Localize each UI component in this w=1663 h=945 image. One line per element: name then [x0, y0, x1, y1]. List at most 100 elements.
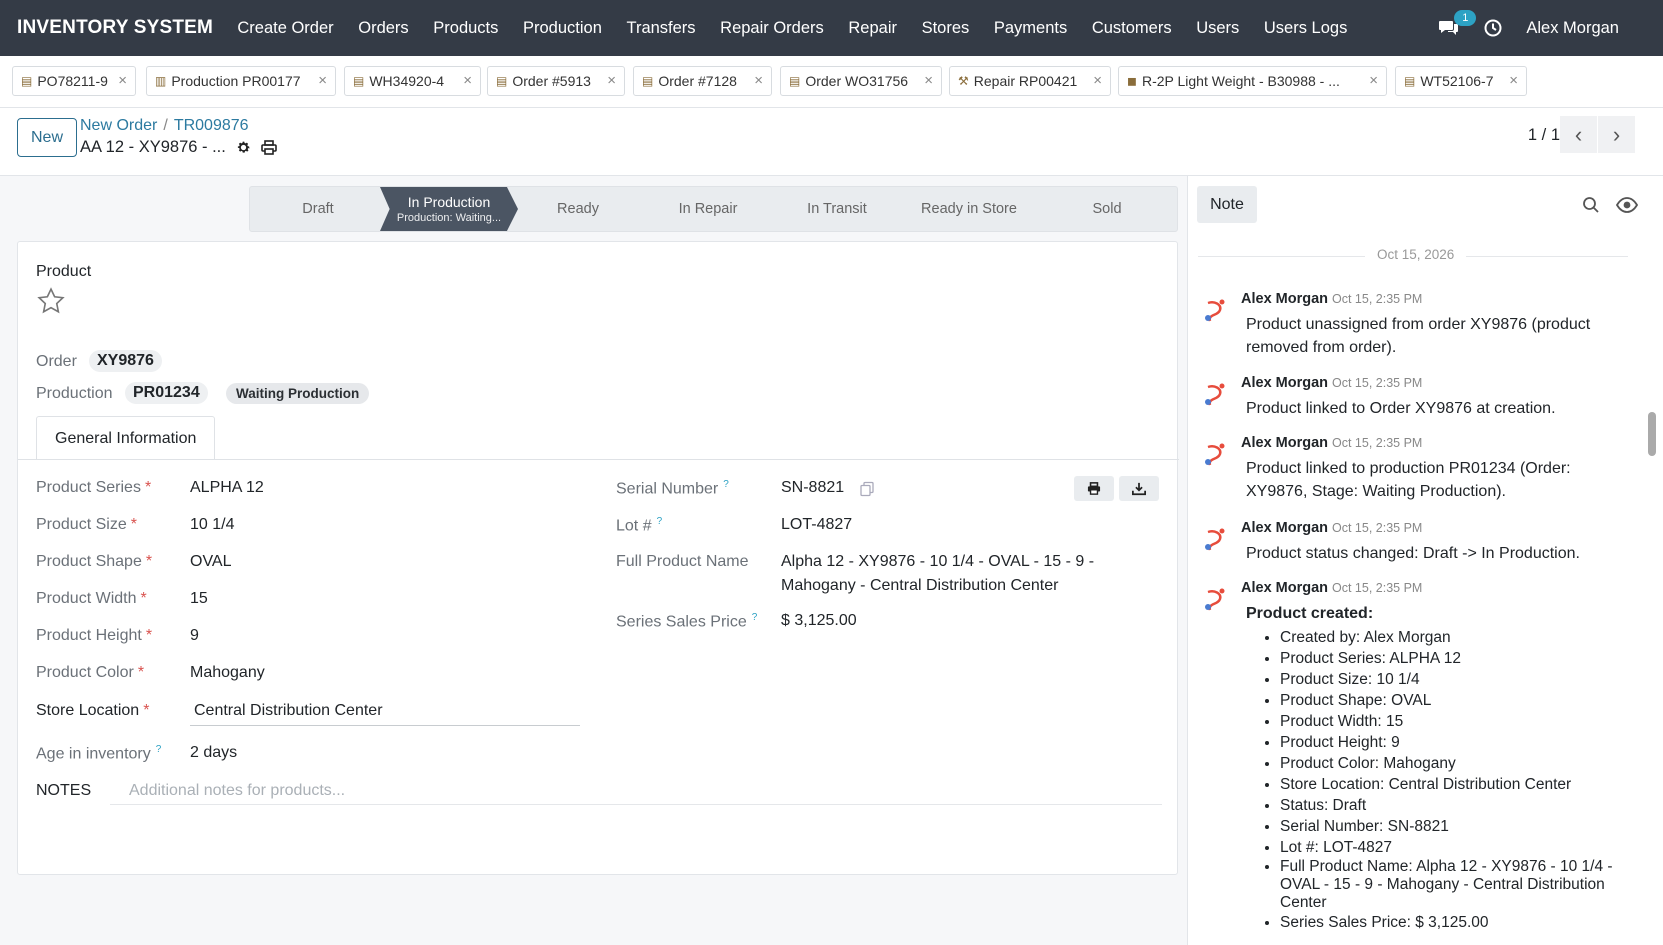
main-menu: Create Order Orders Products Production …: [225, 19, 1360, 38]
field-label: Product Color: [36, 664, 134, 681]
menu-item-products[interactable]: Products: [421, 19, 511, 38]
print-label-button[interactable]: [1074, 476, 1114, 501]
message-author[interactable]: Alex Morgan: [1241, 580, 1328, 596]
eye-icon[interactable]: [1616, 196, 1638, 214]
close-icon[interactable]: ×: [754, 72, 763, 89]
status-badge: Waiting Production: [226, 383, 370, 404]
product-series-value[interactable]: ALPHA 12: [190, 479, 264, 497]
product-size-value[interactable]: 10 1/4: [190, 516, 234, 534]
field-label: Product Height: [36, 627, 142, 644]
active-stage-sublabel: Production: Waiting...: [396, 212, 502, 224]
stage-in-production[interactable]: In Production Production: Waiting...: [380, 187, 518, 231]
chevron-right-icon: ›: [1612, 121, 1621, 147]
breadcrumb-current-link[interactable]: TR009876: [174, 117, 249, 134]
lot-number-value[interactable]: LOT-4827: [781, 516, 852, 534]
status-bar: Draft In Production Production: Waiting.…: [249, 186, 1178, 232]
breadcrumb-separator: /: [163, 117, 168, 134]
product-color-value[interactable]: Mahogany: [190, 664, 265, 682]
tab-r-2p-light-weight[interactable]: ◼ R-2P Light Weight - B30988 - ... ×: [1118, 66, 1387, 96]
new-button[interactable]: New: [17, 118, 77, 157]
print-icon: [1087, 482, 1101, 495]
tab-production-pr00177[interactable]: ▥ Production PR00177 ×: [146, 66, 336, 96]
menu-item-production[interactable]: Production: [511, 19, 614, 38]
close-icon[interactable]: ×: [118, 72, 127, 89]
pager-counter[interactable]: 1 / 1: [1528, 126, 1560, 145]
help-icon[interactable]: ?: [752, 612, 758, 623]
gear-icon[interactable]: [236, 140, 251, 155]
product-shape-value[interactable]: OVAL: [190, 553, 232, 571]
stage-draft[interactable]: Draft: [250, 187, 386, 231]
activity-button[interactable]: [1484, 19, 1502, 37]
brand-title[interactable]: INVENTORY SYSTEM: [17, 17, 213, 39]
help-icon[interactable]: ?: [723, 479, 729, 490]
star-icon[interactable]: [36, 286, 66, 316]
change-list: Created by: Alex Morgan Product Series: …: [1246, 627, 1626, 933]
pager-previous-button[interactable]: ‹: [1560, 116, 1597, 153]
download-button[interactable]: [1119, 476, 1159, 501]
menu-item-payments[interactable]: Payments: [982, 19, 1080, 38]
avatar: [1200, 583, 1232, 615]
order-chip[interactable]: XY9876: [89, 350, 162, 372]
tab-repair-rp00421[interactable]: ⚒ Repair RP00421 ×: [949, 66, 1111, 96]
search-icon[interactable]: [1582, 196, 1600, 214]
close-icon[interactable]: ×: [463, 72, 472, 89]
close-icon[interactable]: ×: [924, 72, 933, 89]
menu-item-create-order[interactable]: Create Order: [225, 19, 346, 38]
list-item: Product Shape: OVAL: [1280, 690, 1626, 711]
stage-sold[interactable]: Sold: [1036, 187, 1178, 231]
notes-label: NOTES: [36, 782, 92, 799]
help-icon[interactable]: ?: [156, 744, 162, 755]
close-icon[interactable]: ×: [1369, 72, 1378, 89]
production-chip[interactable]: PR01234: [125, 382, 208, 404]
print-icon[interactable]: [261, 140, 277, 155]
menu-item-users-logs[interactable]: Users Logs: [1252, 19, 1360, 38]
breadcrumb: New Order / TR009876: [80, 117, 249, 135]
menu-item-stores[interactable]: Stores: [909, 19, 981, 38]
message-author[interactable]: Alex Morgan: [1241, 435, 1328, 451]
menu-item-transfers[interactable]: Transfers: [614, 19, 708, 38]
tab-order-wo31756[interactable]: ▤ Order WO31756 ×: [780, 66, 942, 96]
close-icon[interactable]: ×: [1093, 72, 1102, 89]
clipboard-icon: ▤: [1404, 74, 1416, 88]
tab-wt52106-7[interactable]: ▤ WT52106-7 ×: [1395, 66, 1527, 96]
tab-divider: [18, 459, 1179, 460]
stage-in-repair[interactable]: In Repair: [644, 187, 772, 231]
message-timestamp: Oct 15, 2:35 PM: [1332, 376, 1423, 390]
tab-general-information[interactable]: General Information: [36, 416, 216, 460]
menu-item-repair-orders[interactable]: Repair Orders: [708, 19, 836, 38]
breadcrumb-parent-link[interactable]: New Order: [80, 117, 157, 134]
tab-wh34920-4[interactable]: ▤ WH34920-4 ×: [344, 66, 481, 96]
full-product-name-line1: Alpha 12 - XY9876 - 10 1/4 - OVAL - 15 -…: [781, 553, 1095, 570]
tab-order-5913[interactable]: ▤ Order #5913 ×: [487, 66, 625, 96]
message-count-badge: 1: [1454, 10, 1477, 26]
menu-item-customers[interactable]: Customers: [1080, 19, 1184, 38]
stage-ready-in-store[interactable]: Ready in Store: [902, 187, 1036, 231]
chatter-scrollbar[interactable]: [1648, 412, 1656, 456]
copy-icon[interactable]: [859, 481, 875, 497]
close-icon[interactable]: ×: [1509, 72, 1518, 89]
help-icon[interactable]: ?: [657, 516, 663, 527]
pager-next-button[interactable]: ›: [1598, 116, 1635, 153]
message-author[interactable]: Alex Morgan: [1241, 520, 1328, 536]
product-width-value[interactable]: 15: [190, 590, 208, 608]
message-author[interactable]: Alex Morgan: [1241, 375, 1328, 391]
store-location-input[interactable]: Central Distribution Center: [190, 698, 580, 726]
close-icon[interactable]: ×: [607, 72, 616, 89]
message-author[interactable]: Alex Morgan: [1241, 291, 1328, 307]
serial-number-value[interactable]: SN-8821: [781, 479, 844, 497]
menu-item-orders[interactable]: Orders: [346, 19, 421, 38]
tab-order-7128[interactable]: ▤ Order #7128 ×: [633, 66, 772, 96]
tab-po78211-9[interactable]: ▤ PO78211-9 ×: [12, 66, 136, 96]
notes-input[interactable]: Additional notes for products...: [110, 775, 1162, 805]
user-menu[interactable]: Alex Morgan: [1526, 19, 1619, 38]
clipboard-icon: ▤: [21, 74, 33, 88]
menu-item-users[interactable]: Users: [1184, 19, 1252, 38]
log-note-button[interactable]: Note: [1197, 186, 1257, 223]
stage-in-transit[interactable]: In Transit: [772, 187, 902, 231]
menu-item-repair[interactable]: Repair: [836, 19, 909, 38]
close-icon[interactable]: ×: [318, 72, 327, 89]
clock-icon: [1484, 19, 1502, 37]
stage-ready[interactable]: Ready: [512, 187, 644, 231]
product-height-value[interactable]: 9: [190, 627, 199, 645]
messages-button[interactable]: 1: [1438, 10, 1477, 38]
